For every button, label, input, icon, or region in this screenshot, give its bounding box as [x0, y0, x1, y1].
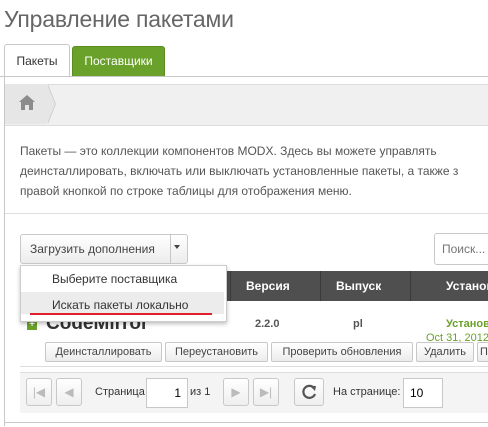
description-line: правой кнопкой по строке таблицы для ото…	[20, 184, 352, 198]
tab-packages[interactable]: Пакеты	[4, 44, 70, 78]
tab-bar: Пакеты Поставщики	[0, 44, 488, 78]
upload-addons-label: Загрузить дополнения	[30, 242, 155, 256]
package-installed-status: Установ	[446, 318, 488, 330]
column-separator	[320, 271, 321, 301]
page-number-input[interactable]	[146, 378, 188, 408]
reinstall-button[interactable]: Переустановить	[165, 342, 268, 362]
search-input[interactable]	[434, 233, 488, 265]
column-header-version[interactable]: Версия	[246, 271, 290, 301]
per-page-input[interactable]	[403, 378, 443, 408]
page-count-label: из 1	[190, 386, 211, 398]
refresh-button[interactable]	[294, 378, 324, 406]
menu-item-choose-provider[interactable]: Выберите поставщика	[52, 272, 177, 286]
package-release: pl	[353, 318, 363, 330]
breadcrumb	[5, 84, 488, 126]
last-page-icon: ▶|	[259, 385, 273, 399]
remove-button[interactable]: Удалить	[416, 342, 474, 362]
page-title: Управление пакетами	[4, 6, 234, 32]
last-page-button[interactable]: ▶|	[253, 378, 279, 406]
first-page-icon: |◀	[32, 385, 46, 399]
row-divider	[20, 366, 488, 367]
column-separator	[410, 271, 411, 301]
breadcrumb-arrow	[47, 84, 55, 124]
menu-item-search-local[interactable]: Искать пакеты локально	[52, 298, 188, 312]
uninstall-button[interactable]: Деинсталлировать	[45, 342, 162, 362]
first-page-button[interactable]: |◀	[26, 378, 52, 406]
red-underline-annotation	[30, 313, 212, 315]
column-separator	[230, 271, 231, 301]
panel-bottom-border	[4, 422, 488, 423]
home-icon[interactable]	[16, 92, 38, 114]
description-line: деинсталлировать, включать или выключать…	[20, 164, 459, 178]
tab-providers[interactable]: Поставщики	[72, 46, 165, 77]
check-updates-button[interactable]: Проверить обновления	[271, 342, 413, 362]
next-page-button[interactable]: ▶	[223, 378, 249, 406]
chevron-down-icon[interactable]	[174, 245, 180, 249]
page-description: Пакеты — это коллекции компонентов MODX.…	[20, 141, 488, 201]
per-page-label: На странице:	[333, 386, 401, 398]
page-label: Страница	[95, 386, 145, 398]
split-divider	[170, 234, 171, 264]
next-page-icon: ▶	[231, 385, 241, 399]
refresh-icon	[302, 384, 317, 399]
prev-page-button[interactable]: ◀	[56, 378, 82, 406]
prev-page-icon: ◀	[64, 385, 74, 399]
package-version: 2.2.0	[255, 318, 280, 330]
more-action-button[interactable]: П	[477, 342, 488, 362]
column-header-release[interactable]: Выпуск	[336, 271, 381, 301]
column-header-installed[interactable]: Установ	[446, 271, 488, 301]
description-line: Пакеты — это коллекции компонентов MODX.…	[20, 144, 437, 158]
